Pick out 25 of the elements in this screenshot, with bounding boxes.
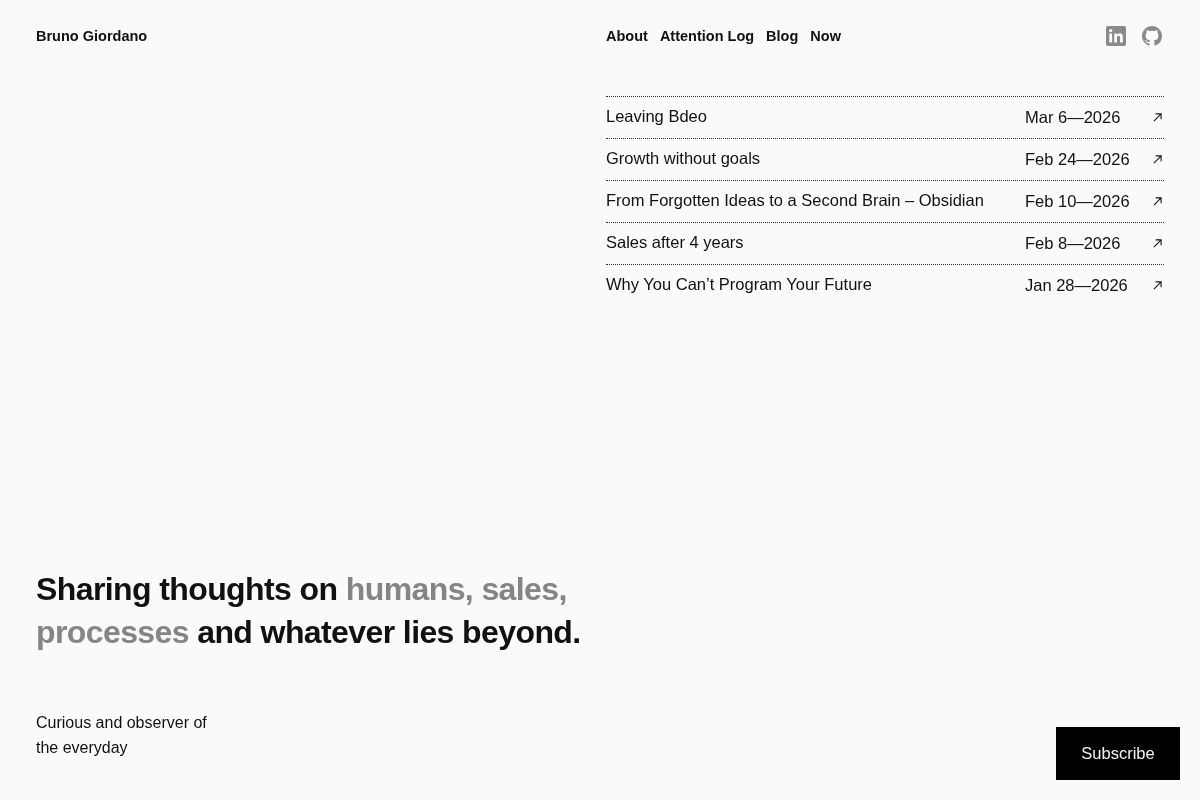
post-date: Feb 24—2026 — [1025, 150, 1130, 169]
nav-link[interactable]: Attention Log — [659, 28, 755, 44]
arrow-icon — [1153, 239, 1162, 248]
subscribe-button[interactable]: Subscribe — [1056, 727, 1180, 780]
arrow-icon — [1153, 281, 1162, 290]
post-date: Feb 10—2026 — [1025, 192, 1130, 211]
tagline: Curious and observer of the everyday — [36, 713, 208, 758]
linkedin-icon[interactable] — [1106, 26, 1126, 46]
github-icon[interactable] — [1142, 26, 1162, 46]
arrow-icon — [1153, 155, 1162, 164]
post-title-link[interactable]: Leaving Bdeo — [606, 107, 707, 126]
arrow-icon — [1153, 113, 1162, 122]
nav-link[interactable]: Now — [810, 28, 841, 44]
post-date: Mar 6—2026 — [1025, 108, 1121, 127]
nav-link[interactable]: Blog — [766, 28, 799, 44]
post-title-link[interactable]: Growth without goals — [606, 149, 761, 168]
site-title[interactable]: Bruno Giordano — [36, 28, 148, 44]
nav-link[interactable]: About — [606, 28, 648, 44]
headline: Sharing thoughts on humans, sales, processes and whatever lies beyond. — [36, 570, 582, 652]
arrow-icon — [1153, 197, 1162, 206]
post-title-link[interactable]: Sales after 4 years — [606, 233, 744, 252]
post-title-link[interactable]: Why You Can’t Program Your Future — [606, 275, 872, 294]
post-date: Jan 28—2026 — [1025, 276, 1128, 295]
post-title-link[interactable]: From Forgotten Ideas to a Second Brain – Obsidian — [606, 191, 984, 210]
post-date: Feb 8—2026 — [1025, 234, 1121, 253]
